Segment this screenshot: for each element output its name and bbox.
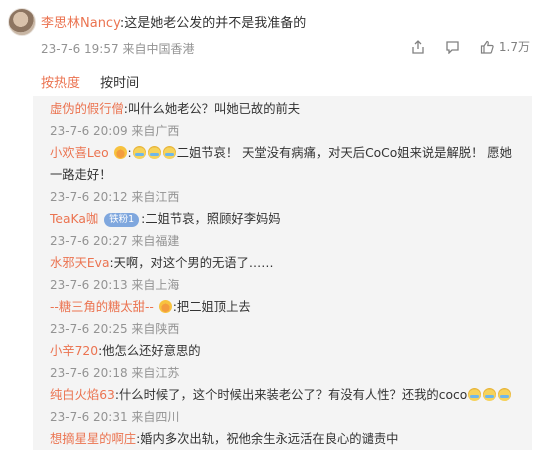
reply-text: :天啊，对这个男的无语了…… bbox=[109, 256, 274, 270]
comment-actions: 1.7万 bbox=[391, 38, 530, 55]
reply-meta: 23-7-6 20:13 来自上海 bbox=[50, 278, 180, 292]
crying-emoji-icon bbox=[162, 146, 176, 159]
reply-item: 纯白火焰63:什么时候了，这个时候出来装老公了？有没有人性？还我的coco 23… bbox=[50, 384, 526, 428]
reply-text: :把二姐顶上去 bbox=[172, 300, 251, 314]
comment-line: 李思林Nancy:这是她老公发的并不是我准备的 bbox=[41, 12, 306, 31]
reply-meta: 23-7-6 20:25 来自陕西 bbox=[50, 322, 180, 336]
reply-text: 二姐节哀！ 天堂没有病痛，对天后CoCo姐来说是解脱！ 愿她 bbox=[176, 146, 512, 160]
reply-text: :什么时候了，这个时候出来装老公了？有没有人性？还我的coco bbox=[114, 388, 468, 402]
reply-item: --糖三角的糖太甜-- :把二姐顶上去 23-7-6 20:25 来自陕西 bbox=[50, 296, 526, 340]
reply-text: :他怎么还好意思的 bbox=[98, 344, 201, 358]
crying-emoji-icon bbox=[498, 388, 512, 401]
comment-icon[interactable] bbox=[445, 40, 460, 54]
reply-item: 水邪天Eva:天啊，对这个男的无语了…… 23-7-6 20:13 来自上海 bbox=[50, 252, 526, 296]
fan-badge-icon bbox=[158, 300, 172, 313]
reply-text-continued: 一路走好！ bbox=[50, 168, 112, 182]
comment-header: 李思林Nancy:这是她老公发的并不是我准备的 23-7-6 19:57 来自中… bbox=[0, 0, 538, 64]
like-count: 1.7万 bbox=[498, 40, 530, 54]
reply-username[interactable]: --糖三角的糖太甜-- bbox=[50, 300, 154, 314]
crying-emoji-icon bbox=[147, 146, 161, 159]
reply-username[interactable]: 虚伪的假行僧 bbox=[50, 102, 124, 116]
reply-username[interactable]: 水邪天Eva bbox=[50, 256, 109, 270]
reply-meta: 23-7-6 20:18 来自江苏 bbox=[50, 366, 180, 380]
comment-meta: 23-7-6 19:57 来自中国香港 bbox=[41, 40, 194, 57]
fan-level-badge: 铁粉1 bbox=[104, 213, 140, 227]
sort-tabs: 按热度 按时间 bbox=[41, 72, 155, 91]
crying-emoji-icon bbox=[468, 388, 482, 401]
comment-username[interactable]: 李思林Nancy bbox=[41, 16, 120, 31]
tab-by-time[interactable]: 按时间 bbox=[100, 72, 139, 91]
share-icon[interactable] bbox=[411, 39, 425, 54]
reply-text: :婚内多次出轨，祝他余生永远活在良心的谴责中 bbox=[136, 432, 399, 446]
like-button[interactable]: 1.7万 bbox=[480, 38, 530, 55]
reply-meta: 23-7-6 20:27 来自福建 bbox=[50, 234, 180, 248]
reply-item: TeaKa咖 铁粉1:二姐节哀，照顾好李妈妈 23-7-6 20:27 来自福建 bbox=[50, 208, 526, 252]
crying-emoji-icon bbox=[132, 146, 146, 159]
reply-meta: 23-7-6 20:12 来自江西 bbox=[50, 190, 180, 204]
reply-text: :叫什么她老公？叫她已故的前夫 bbox=[123, 102, 301, 116]
fan-badge-icon bbox=[113, 146, 127, 159]
reply-item: 想摘星星的啊庄:婚内多次出轨，祝他余生永远活在良心的谴责中 bbox=[50, 428, 526, 450]
reply-meta: 23-7-6 20:31 来自四川 bbox=[50, 410, 180, 424]
reply-username[interactable]: 小欢喜Leo bbox=[50, 146, 109, 160]
comment-text: :这是她老公发的并不是我准备的 bbox=[119, 16, 307, 31]
thumbs-up-icon bbox=[480, 40, 494, 54]
reply-item: 小欢喜Leo : 二姐节哀！ 天堂没有病痛，对天后CoCo姐来说是解脱！ 愿她 一… bbox=[50, 142, 526, 208]
crying-emoji-icon bbox=[483, 388, 497, 401]
reply-list: 虚伪的假行僧:叫什么她老公？叫她已故的前夫 23-7-6 20:09 来自广西 … bbox=[33, 96, 532, 450]
reply-item: 小辛720:他怎么还好意思的 23-7-6 20:18 来自江苏 bbox=[50, 340, 526, 384]
comment-source: 来自中国香港 bbox=[122, 42, 195, 56]
tab-by-hot[interactable]: 按热度 bbox=[41, 72, 80, 91]
reply-username[interactable]: 纯白火焰63 bbox=[50, 388, 115, 402]
reply-username[interactable]: 小辛720 bbox=[50, 344, 98, 358]
reply-username[interactable]: 想摘星星的啊庄 bbox=[50, 432, 136, 446]
avatar[interactable] bbox=[8, 8, 36, 36]
reply-text: :二姐节哀，照顾好李妈妈 bbox=[141, 212, 281, 226]
comment-time: 23-7-6 19:57 bbox=[41, 42, 119, 56]
reply-item: 虚伪的假行僧:叫什么她老公？叫她已故的前夫 23-7-6 20:09 来自广西 bbox=[50, 98, 526, 142]
reply-meta: 23-7-6 20:09 来自广西 bbox=[50, 124, 180, 138]
reply-username[interactable]: TeaKa咖 bbox=[50, 212, 98, 226]
